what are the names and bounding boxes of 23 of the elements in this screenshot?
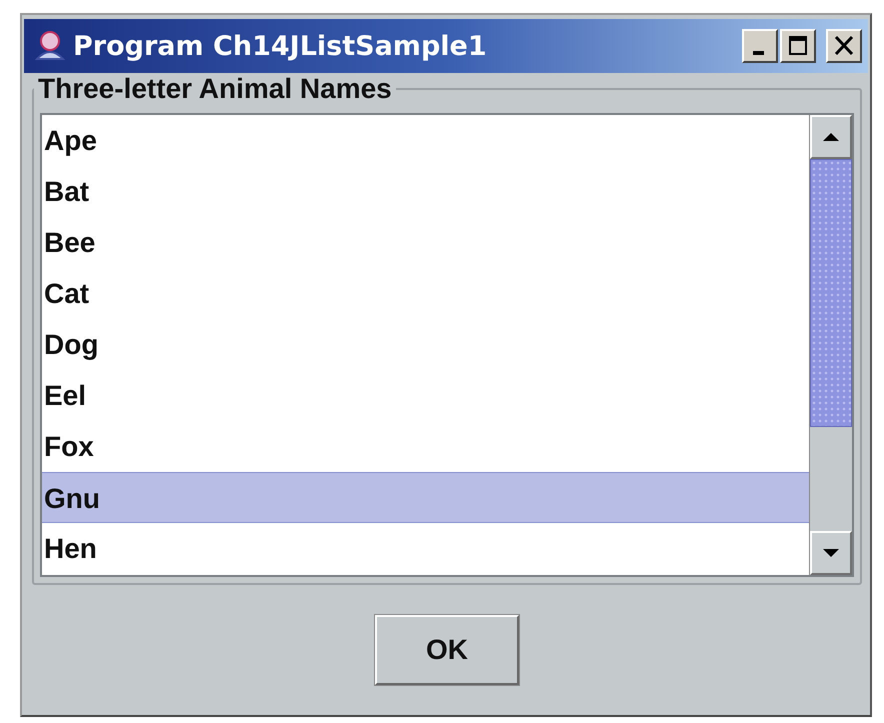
list-item[interactable]: Bat: [42, 166, 809, 217]
list-item[interactable]: Cat: [42, 268, 809, 319]
list-item[interactable]: Ape: [42, 115, 809, 166]
ok-button[interactable]: OK: [375, 615, 519, 685]
group-title: Three-letter Animal Names: [37, 73, 393, 105]
maximize-button[interactable]: [780, 29, 816, 63]
list-item[interactable]: Eel: [42, 370, 809, 421]
scroll-up-button[interactable]: [810, 115, 852, 159]
minimize-button[interactable]: [742, 29, 778, 63]
list-item[interactable]: Dog: [42, 319, 809, 370]
list-item[interactable]: Hen: [42, 523, 809, 574]
list-item[interactable]: Gnu: [42, 472, 809, 523]
window-title: Program Ch14JListSample1: [73, 30, 488, 62]
app-icon: [33, 29, 67, 63]
scrollbar[interactable]: [809, 115, 852, 575]
up-arrow-icon: [821, 132, 841, 142]
down-arrow-icon: [821, 548, 841, 558]
scroll-down-button[interactable]: [810, 531, 852, 575]
scroll-thumb[interactable]: [810, 159, 852, 427]
minimize-icon: [752, 51, 764, 55]
close-button[interactable]: [826, 29, 862, 63]
list-item[interactable]: Fox: [42, 421, 809, 472]
list-item[interactable]: Bee: [42, 217, 809, 268]
